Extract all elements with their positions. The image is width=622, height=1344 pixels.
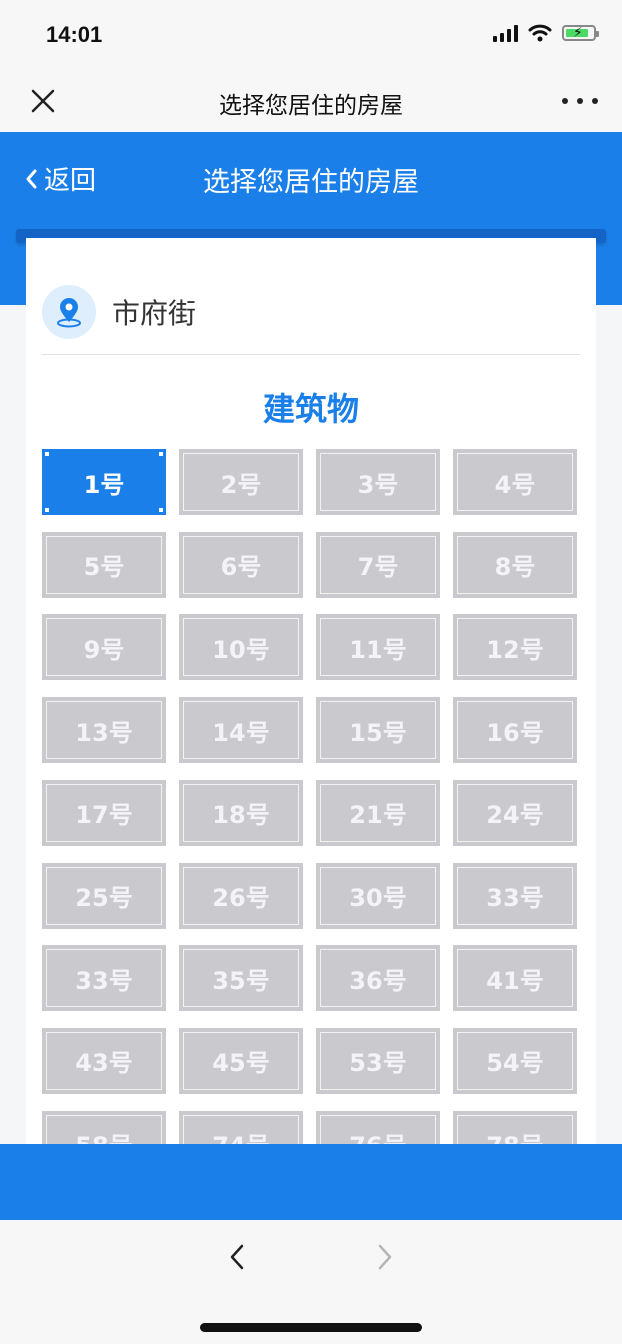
building-button[interactable]: 10号 [179,614,303,681]
building-button[interactable]: 25号 [42,862,166,929]
building-button[interactable]: 7号 [316,531,440,598]
building-button[interactable]: 41号 [453,945,577,1012]
building-label: 33号 [486,884,544,912]
building-label: 4号 [494,470,536,499]
building-button[interactable]: 26号 [179,862,303,929]
building-button[interactable]: 53号 [316,1027,440,1094]
building-label: 24号 [486,801,544,830]
building-button[interactable]: 16号 [453,697,577,764]
section-title: 建筑物 [262,390,359,428]
building-button[interactable]: 21号 [316,779,440,846]
building-card: 市府街 建筑物 1号 2号 3号 4号 5号 6号 7号 8号 9号 10号 11号 12号 13号 14… [26,238,596,1158]
building-button[interactable]: 11号 [316,614,440,681]
building-button[interactable]: 36号 [316,945,440,1012]
building-label: 41号 [486,966,544,995]
building-label: 16号 [486,718,544,747]
building-button[interactable]: 4号 [453,449,577,515]
building-button[interactable]: 24号 [453,779,577,846]
building-label: 30号 [349,884,407,912]
building-label: 3号 [357,470,399,499]
status-bar: 14:01 ⚡ [0,0,622,72]
wifi-icon [528,24,552,42]
building-button[interactable]: 8号 [453,531,577,598]
building-label: 26号 [212,884,270,912]
building-button[interactable]: 14号 [179,697,303,764]
building-button[interactable]: 6号 [179,531,303,598]
building-button[interactable]: 54号 [453,1027,577,1094]
building-button[interactable]: 30号 [316,862,440,929]
wechat-title: 选择您居住的房屋 [219,93,403,119]
building-button[interactable]: 5号 [42,531,166,598]
building-button[interactable]: 43号 [42,1027,166,1094]
more-icon[interactable] [562,86,598,116]
building-button[interactable]: 15号 [316,697,440,764]
building-label: 18号 [212,801,270,830]
building-button[interactable]: 3号 [316,449,440,515]
building-button[interactable]: 13号 [42,697,166,764]
building-label: 43号 [75,1049,133,1078]
building-label: 10号 [212,635,270,664]
location-row: 市府街 [42,284,196,340]
building-button[interactable]: 9号 [42,614,166,681]
status-time: 14:01 [46,22,103,47]
signal-icon [493,24,518,42]
building-label: 5号 [83,553,125,582]
building-label: 53号 [349,1049,407,1078]
building-label: 1号 [83,470,125,499]
building-button[interactable]: 33号 [453,862,577,929]
building-button[interactable]: 33号 [42,945,166,1012]
browser-toolbar [0,1220,622,1344]
building-label: 13号 [75,718,133,747]
building-label: 15号 [349,718,407,747]
building-label: 45号 [212,1049,270,1078]
building-label: 33号 [75,966,133,995]
battery-icon: ⚡ [562,25,599,41]
building-label: 21号 [349,801,407,830]
building-label: 6号 [220,553,262,582]
building-label: 12号 [486,635,544,664]
bottom-bar [0,1144,622,1220]
building-button[interactable]: 12号 [453,614,577,681]
building-label: 8号 [494,553,536,582]
building-label: 25号 [75,884,133,912]
building-label: 11号 [349,635,407,664]
building-button[interactable]: 17号 [42,779,166,846]
building-label: 7号 [357,553,399,582]
building-button[interactable]: 35号 [179,945,303,1012]
building-label: 54号 [486,1049,544,1078]
building-grid: 1号 2号 3号 4号 5号 6号 7号 8号 9号 10号 11号 12号 13号 14号 15号 16号 1… [42,449,580,1149]
building-label: 35号 [212,966,270,995]
building-label: 36号 [349,966,407,995]
building-button[interactable]: 18号 [179,779,303,846]
building-label: 9号 [83,635,125,664]
location-pin-icon [42,285,96,339]
building-label: 2号 [220,470,262,499]
page-title: 选择您居住的房屋 [203,167,419,198]
status-icons: ⚡ [493,24,599,42]
wechat-navbar: 选择您居住的房屋 [0,72,622,132]
building-label: 14号 [212,718,270,747]
building-button[interactable]: 2号 [179,449,303,515]
building-label: 17号 [75,801,133,830]
home-indicator [200,1323,422,1332]
divider [42,354,580,355]
nav-back-icon[interactable] [224,1242,250,1272]
nav-forward-icon[interactable] [372,1242,398,1272]
location-name: 市府街 [112,297,197,330]
building-button[interactable]: 1号 [42,449,166,515]
building-button[interactable]: 45号 [179,1027,303,1094]
